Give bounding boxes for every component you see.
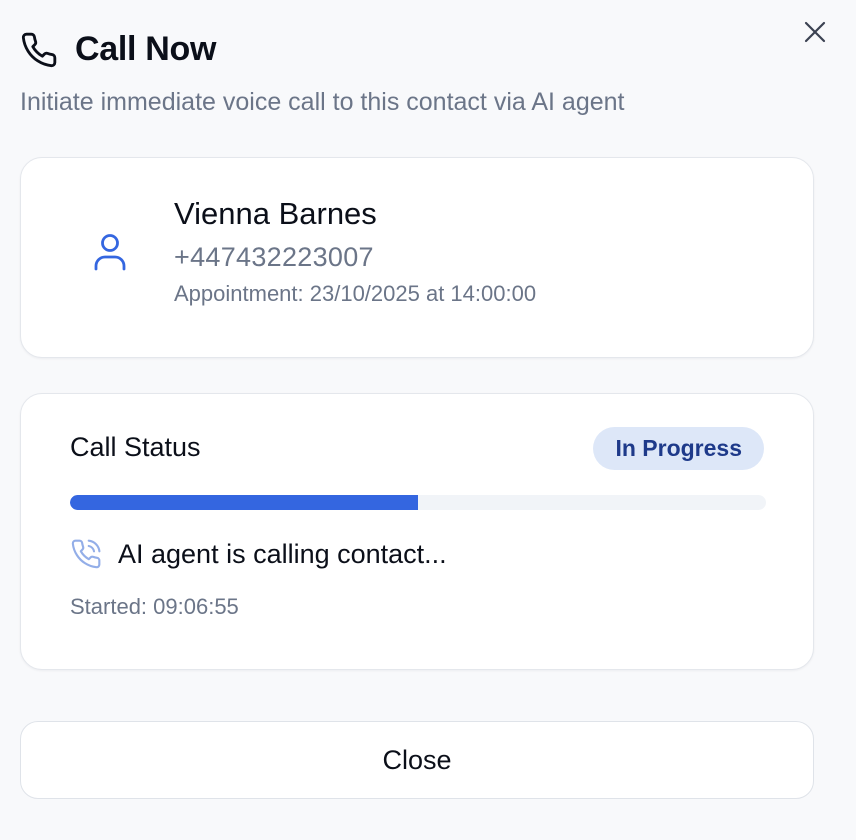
phone-calling-icon xyxy=(71,539,101,569)
call-status-card: Call Status In Progress AI agent is call… xyxy=(20,393,814,670)
contact-appointment: Appointment: 23/10/2025 at 14:00:00 xyxy=(174,281,537,306)
status-badge: In Progress xyxy=(593,427,764,470)
close-icon[interactable] xyxy=(801,18,829,46)
close-button[interactable]: Close xyxy=(20,721,814,799)
contact-name: Vienna Barnes xyxy=(174,196,377,231)
contact-card: Vienna Barnes +447432223007 Appointment:… xyxy=(20,157,814,358)
call-progress-bar xyxy=(70,495,766,510)
call-started-time: Started: 09:06:55 xyxy=(70,594,239,619)
dialog-title: Call Now xyxy=(75,30,217,68)
call-status-label: Call Status xyxy=(70,432,201,462)
dialog-header: Call Now xyxy=(20,30,216,69)
call-now-dialog: Call Now Initiate immediate voice call t… xyxy=(0,0,856,840)
call-message-row: AI agent is calling contact... xyxy=(70,538,447,570)
user-icon xyxy=(94,234,126,271)
dialog-subtitle: Initiate immediate voice call to this co… xyxy=(20,88,625,116)
phone-icon xyxy=(21,32,57,67)
contact-phone: +447432223007 xyxy=(174,242,374,272)
call-progress-fill xyxy=(70,495,418,510)
call-status-message: AI agent is calling contact... xyxy=(118,538,447,569)
